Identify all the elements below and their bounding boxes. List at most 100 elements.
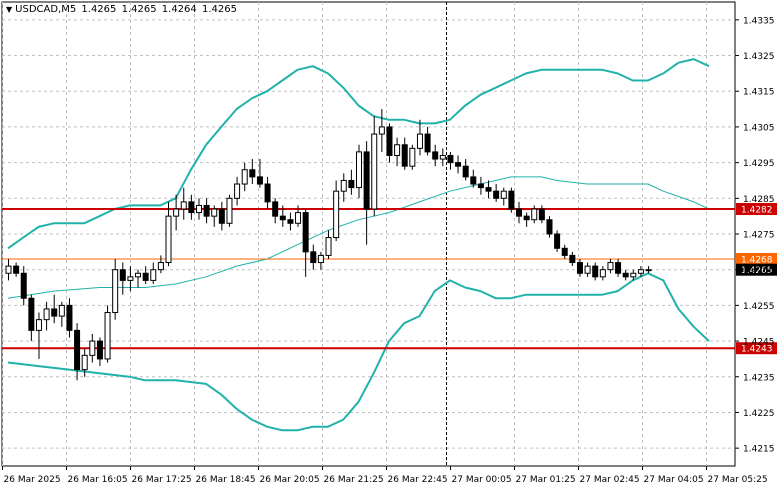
candle-body: [424, 133, 431, 153]
y-tick-label: 1.4245: [743, 338, 775, 348]
candle-body: [356, 151, 362, 189]
candle: [157, 255, 164, 274]
candle-body: [135, 272, 142, 278]
candle-body: [386, 126, 393, 156]
candle: [5, 258, 12, 281]
candle-body: [287, 219, 294, 224]
candle: [218, 201, 225, 231]
y-tick-label: 1.4215: [743, 445, 775, 455]
candle-body: [531, 208, 538, 221]
symbol-label: USDCAD,M5: [15, 4, 77, 15]
candle: [66, 298, 73, 338]
candle: [645, 266, 652, 274]
candle-body: [485, 187, 492, 192]
candle-body: [81, 354, 88, 371]
candle-body: [13, 265, 20, 274]
candle-body: [51, 308, 58, 317]
candle-body: [493, 190, 500, 199]
x-tick-label: 26 Mar 16:05: [68, 475, 128, 485]
candle-body: [310, 251, 317, 264]
candle-body: [119, 269, 126, 281]
candle-body: [416, 133, 423, 149]
candle-body: [66, 304, 73, 331]
candle-body: [142, 272, 149, 281]
candle-body: [645, 269, 652, 272]
candle-body: [576, 262, 583, 274]
candle-body: [272, 201, 279, 217]
x-tick-label: 27 Mar 02:45: [580, 475, 640, 485]
candle: [104, 305, 111, 363]
candle: [439, 148, 446, 167]
x-tick-label: 27 Mar 00:05: [452, 475, 512, 485]
candle: [241, 162, 248, 192]
candle-body: [432, 151, 439, 160]
candle-body: [317, 254, 324, 264]
candle: [546, 216, 553, 238]
candle: [195, 198, 202, 220]
candle-body: [104, 312, 111, 360]
candle: [28, 294, 35, 342]
x-tick-label: 26 Mar 22:45: [388, 475, 448, 485]
dropdown-triangle-icon[interactable]: ▼: [6, 5, 12, 14]
candle: [74, 323, 81, 381]
y-tick-label: 1.4315: [743, 88, 775, 98]
candle-body: [546, 219, 553, 235]
candle: [150, 262, 157, 284]
y-tick-label: 1.4305: [743, 123, 775, 133]
high-value: 1.4265: [121, 4, 157, 15]
price-level-label: 1.4282: [741, 206, 773, 216]
candle: [35, 312, 42, 359]
candle-body: [500, 190, 507, 199]
candle: [416, 119, 423, 156]
candle: [485, 180, 492, 199]
candle: [340, 173, 347, 202]
close-value: 1.4265: [201, 4, 237, 15]
candle: [447, 151, 454, 170]
open-value: 1.4265: [81, 4, 117, 15]
candle-body: [127, 276, 134, 281]
x-tick-label: 26 Mar 2025: [4, 475, 61, 485]
x-tick-label: 26 Mar 17:25: [132, 475, 192, 485]
candle-body: [150, 269, 157, 281]
candle-body: [371, 133, 378, 210]
candle: [135, 269, 142, 288]
x-tick-label: 27 Mar 04:05: [644, 475, 704, 485]
candle-body: [157, 262, 164, 271]
candle-body: [584, 265, 591, 274]
candle: [302, 209, 309, 277]
candle-body: [241, 169, 248, 185]
candle-body: [401, 144, 408, 167]
y-tick-label: 1.4285: [743, 195, 775, 205]
candle-body: [203, 204, 210, 217]
price-chart[interactable]: 1.42821.42681.42431.4265 1.43351.43251.4…: [0, 0, 781, 489]
candle-body: [630, 272, 637, 278]
candle-body: [569, 254, 576, 264]
candle: [272, 198, 279, 224]
chart-window: 1.4282 1.4268 1.4243 1.4265 1.4335 1.4325 1.4…: [0, 0, 781, 489]
x-tick-label: 27 Mar 05:25: [708, 475, 768, 485]
candle-body: [554, 233, 561, 249]
x-tick-label: 26 Mar 21:25: [324, 475, 384, 485]
candle-body: [173, 208, 180, 217]
low-value: 1.4264: [161, 4, 197, 15]
candle-body: [256, 176, 263, 185]
candle-body: [249, 169, 256, 178]
candle: [234, 176, 241, 206]
candle: [554, 230, 561, 252]
candle-body: [35, 319, 42, 331]
candle-body: [447, 154, 454, 164]
candle: [500, 187, 507, 206]
candle-body: [340, 179, 347, 192]
candle: [203, 198, 210, 224]
candle-body: [74, 329, 81, 371]
candle-body: [58, 304, 65, 317]
candle: [508, 187, 515, 213]
candle: [622, 269, 629, 281]
candle: [211, 205, 218, 227]
candle: [561, 244, 568, 259]
candle: [58, 301, 65, 327]
candle: [333, 180, 340, 242]
candle: [43, 301, 50, 331]
y-tick-label: 1.4255: [743, 302, 775, 312]
candle: [96, 337, 103, 367]
